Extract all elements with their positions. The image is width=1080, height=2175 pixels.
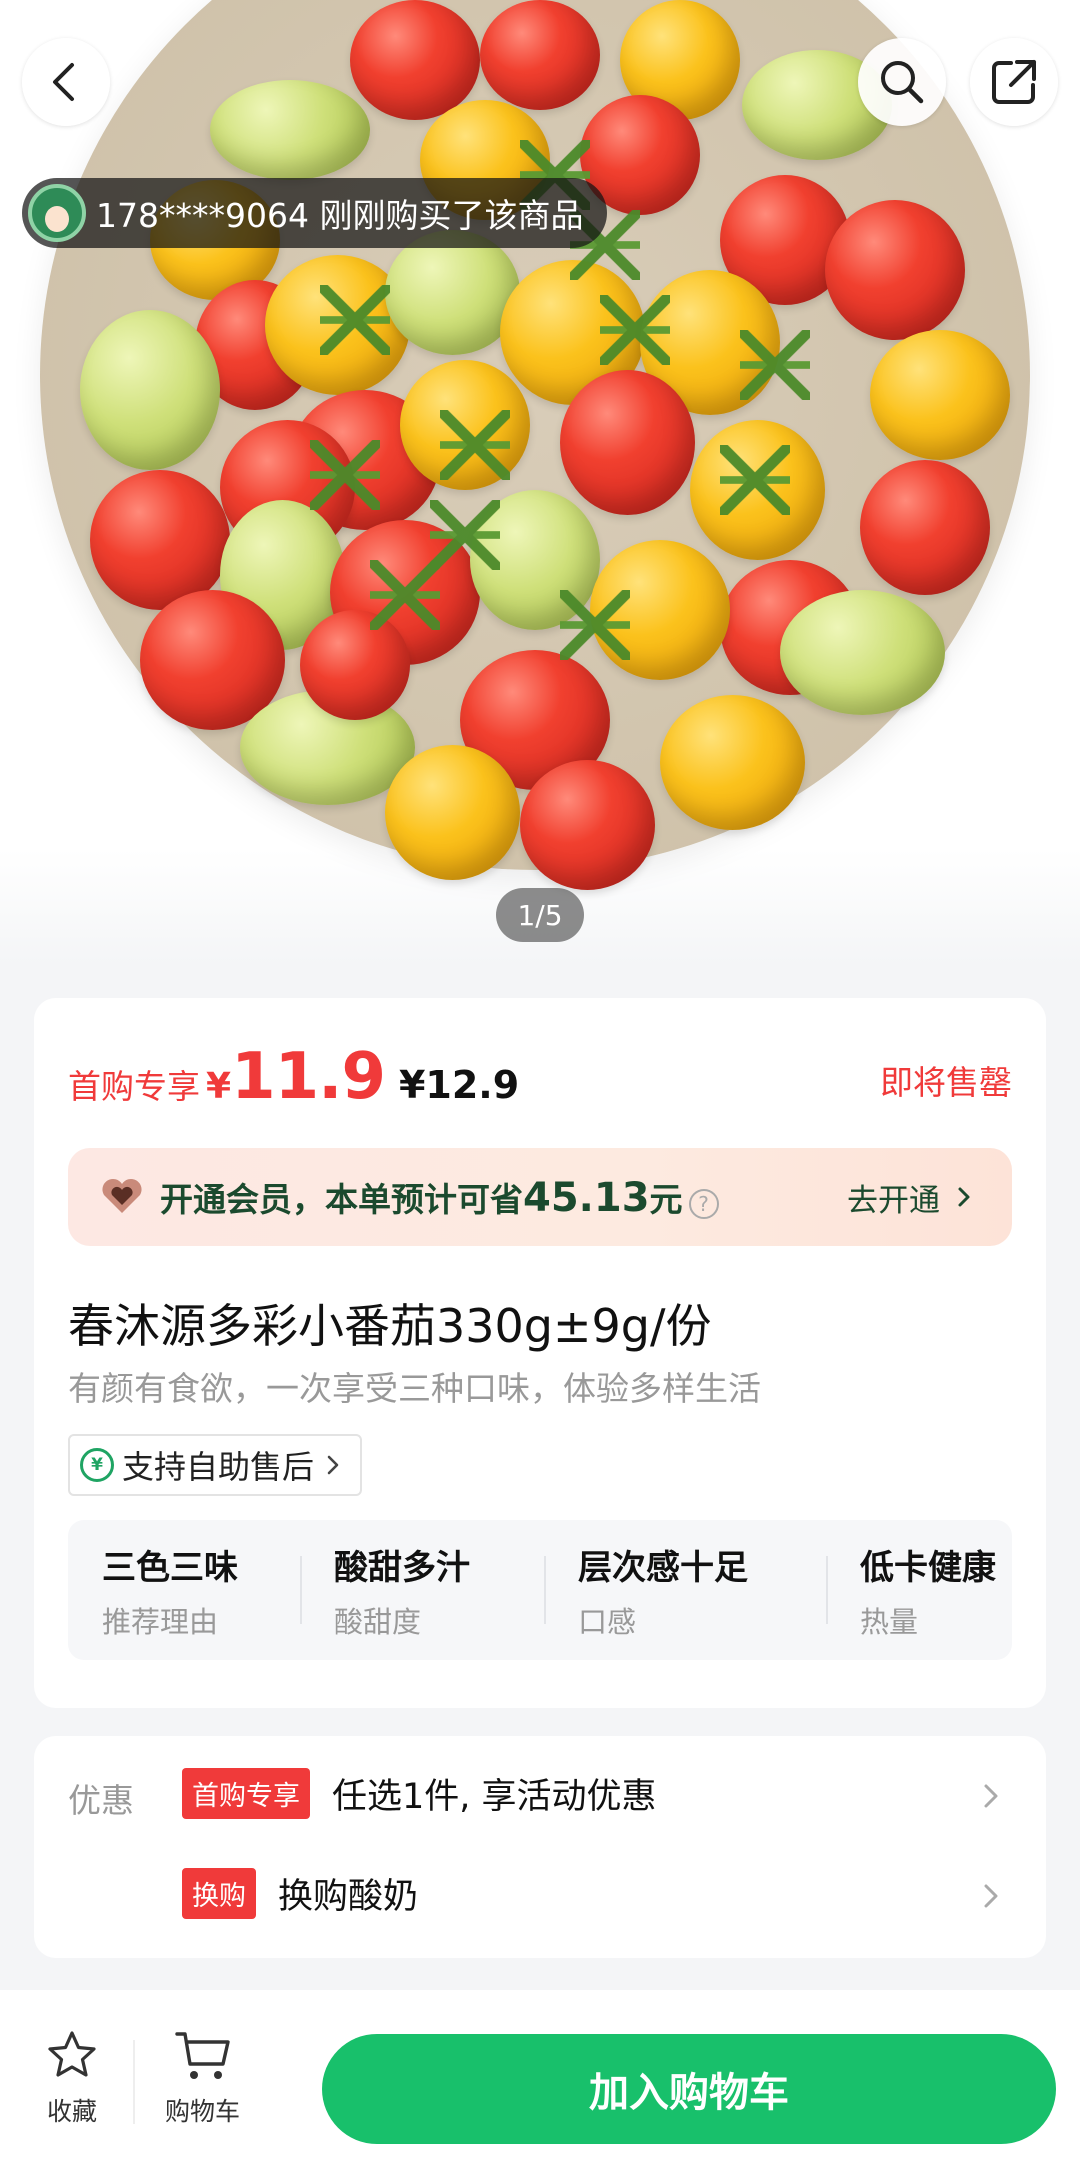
original-price: ¥12.9 <box>398 1063 520 1107</box>
attribute-value: 三色三味 <box>102 1547 238 1588</box>
cherry-tomato <box>520 760 655 890</box>
promotions-card: 优惠 首购专享 任选1件, 享活动优惠 换购 换购酸奶 <box>34 1736 1046 1958</box>
member-savings-text: 开通会员，本单预计可省45.13元? <box>160 1173 719 1221</box>
buyer-avatar <box>28 184 86 242</box>
star-icon <box>48 2031 96 2077</box>
tomato-stem <box>320 285 390 355</box>
tomato-stem <box>370 560 440 630</box>
search-button[interactable] <box>858 38 946 126</box>
attribute-key: 推荐理由 <box>102 1604 219 1639</box>
cart-icon <box>174 2032 230 2079</box>
self-service-aftersales-tag[interactable]: ¥ 支持自助售后 <box>68 1434 363 1496</box>
cherry-tomato <box>870 330 1010 460</box>
aftersales-label: 支持自助售后 <box>122 1448 315 1486</box>
attribute-value: 低卡健康 <box>860 1547 996 1588</box>
attribute-key: 口感 <box>578 1604 637 1639</box>
promo-badge: 首购专享 <box>182 1768 310 1819</box>
product-image-carousel[interactable]: 178****9064 刚刚购买了该商品 1/5 <box>0 0 1080 965</box>
chevron-right-icon[interactable] <box>976 1778 1006 1814</box>
tomato-stem <box>720 445 790 515</box>
chevron-right-icon[interactable] <box>976 1878 1006 1914</box>
attribute-item: 低卡健康 热量 <box>826 1520 1012 1660</box>
cherry-tomato <box>780 590 945 715</box>
aftersales-icon: ¥ <box>80 1448 114 1482</box>
promo-text: 任选1件, 享活动优惠 <box>332 1777 657 1817</box>
tomato-stem <box>430 500 500 570</box>
help-icon[interactable]: ? <box>688 1189 719 1219</box>
chevron-right-icon <box>958 1187 970 1207</box>
buyer-notice-text: 178****9064 刚刚购买了该商品 <box>96 196 584 235</box>
tomato-stem <box>600 295 670 365</box>
image-page-counter: 1/5 <box>496 888 584 942</box>
tomato-stem <box>740 330 810 400</box>
member-savings-amount: 45.13 <box>523 1175 650 1221</box>
attribute-key: 酸甜度 <box>334 1604 422 1639</box>
member-text-prefix: 开通会员，本单预计可省 <box>160 1180 523 1219</box>
member-savings-bar[interactable]: 开通会员，本单预计可省45.13元? 去开通 <box>68 1148 1012 1246</box>
promo-label: 优惠 <box>68 1781 134 1820</box>
cherry-tomato <box>90 470 230 610</box>
current-price: 11.9 <box>231 1040 386 1114</box>
promo-row-exchange[interactable]: 换购 换购酸奶 <box>182 1868 1042 1919</box>
share-button[interactable] <box>970 38 1058 126</box>
cherry-tomato <box>860 460 990 595</box>
attribute-value: 层次感十足 <box>578 1547 748 1588</box>
tomato-stem <box>440 410 510 480</box>
currency-symbol: ¥ <box>206 1066 232 1107</box>
chevron-right-icon <box>327 1455 339 1475</box>
attribute-item: 三色三味 推荐理由 <box>68 1520 300 1660</box>
heart-icon <box>102 1178 142 1213</box>
attribute-value: 酸甜多汁 <box>334 1547 470 1588</box>
promo-text: 换购酸奶 <box>278 1877 419 1917</box>
stock-status: 即将售罄 <box>880 1063 1012 1102</box>
cherry-tomato <box>210 80 370 180</box>
product-subtitle: 有颜有食欲，一次享受三种口味，体验多样生活 <box>68 1369 761 1408</box>
promo-badge: 换购 <box>182 1868 256 1919</box>
open-membership-link[interactable]: 去开通 <box>847 1175 978 1220</box>
cherry-tomato <box>560 370 695 515</box>
price-row: 首购专享 ¥ 11.9 ¥12.9 <box>68 1040 519 1114</box>
attribute-item: 酸甜多汁 酸甜度 <box>300 1520 544 1660</box>
cart-label: 购物车 <box>165 2097 241 2126</box>
cherry-tomato <box>80 310 220 470</box>
back-button[interactable] <box>22 38 110 126</box>
cherry-tomato <box>350 0 480 120</box>
cherry-tomato <box>385 745 520 880</box>
cherry-tomato <box>825 200 965 340</box>
tomato-stem <box>310 440 380 510</box>
divider <box>133 2040 135 2124</box>
back-icon <box>53 63 74 101</box>
tomato-stem <box>560 590 630 660</box>
attribute-item: 层次感十足 口感 <box>544 1520 826 1660</box>
cherry-tomato <box>660 695 805 830</box>
first-purchase-tag: 首购专享 <box>68 1067 200 1106</box>
product-title: 春沐源多彩小番茄330g±9g/份 <box>68 1299 712 1353</box>
cherry-tomato <box>480 0 600 110</box>
bottom-action-bar: 收藏 购物车 加入购物车 <box>0 1990 1080 2175</box>
product-attributes[interactable]: 三色三味 推荐理由 酸甜多汁 酸甜度 层次感十足 口感 低卡健康 热量 <box>68 1520 1012 1660</box>
open-membership-label: 去开通 <box>847 1182 940 1219</box>
recent-buyer-banner: 178****9064 刚刚购买了该商品 <box>22 178 608 248</box>
member-savings-unit: 元 <box>649 1180 683 1219</box>
share-icon <box>992 60 1036 104</box>
promo-row-first-purchase[interactable]: 首购专享 任选1件, 享活动优惠 <box>182 1768 1042 1819</box>
favorite-button[interactable]: 收藏 <box>44 2028 100 2128</box>
cart-button[interactable]: 购物车 <box>165 2028 240 2128</box>
attribute-key: 热量 <box>860 1604 919 1639</box>
product-info-card: 首购专享 ¥ 11.9 ¥12.9 即将售罄 开通会员，本单预计可省45.13元… <box>34 998 1046 1708</box>
favorite-label: 收藏 <box>46 2097 97 2126</box>
search-icon <box>881 61 924 104</box>
add-to-cart-button[interactable]: 加入购物车 <box>322 2034 1056 2144</box>
